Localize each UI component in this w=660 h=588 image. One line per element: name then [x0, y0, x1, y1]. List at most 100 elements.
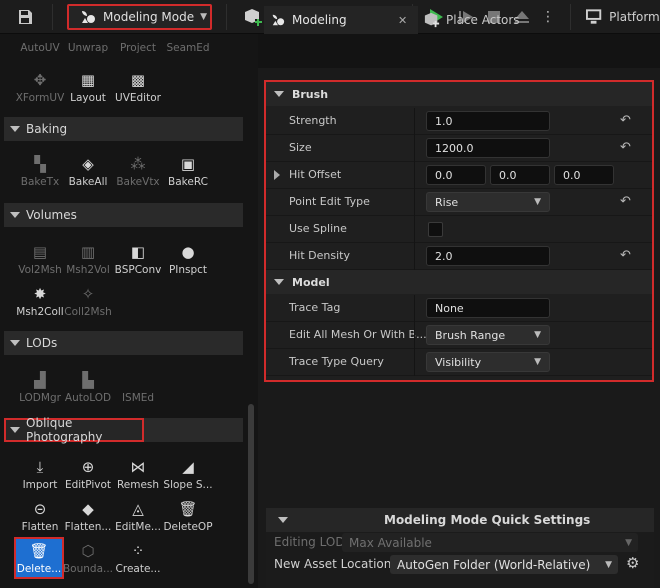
trace-type-query-dropdown[interactable]: Visibility ▼ — [426, 352, 550, 372]
property-row-point-edit-type: Point Edit Type Rise ▼ ↶ — [266, 189, 652, 216]
save-button[interactable] — [12, 4, 38, 30]
platforms-button[interactable]: Platforms — [586, 4, 660, 30]
tool-seamed[interactable]: SeamEd — [162, 40, 214, 68]
reset-arrow-icon[interactable]: ↶ — [620, 140, 631, 155]
tool-bakevtx[interactable]: ⁂ BakeVtx — [112, 152, 164, 196]
delete-trash-icon: 🗑 — [29, 542, 49, 560]
tool-flatten-2[interactable]: ◆ Flatten... — [62, 497, 114, 541]
collapse-triangle-icon — [274, 279, 284, 285]
tool-lodmgr[interactable]: ▟ LODMgr — [14, 368, 66, 412]
tool-slope[interactable]: ◢ Slope S... — [162, 455, 214, 499]
size-input[interactable]: 1200.0 — [426, 138, 550, 158]
tool-import[interactable]: ⤓ Import — [14, 455, 66, 499]
tool-bakerc[interactable]: ▣ BakeRC — [162, 152, 214, 196]
hit-density-input[interactable]: 2.0 — [426, 246, 550, 266]
tool-coll2msh[interactable]: ✧ Coll2Msh — [62, 282, 114, 326]
hit-offset-x-input[interactable]: 0.0 — [426, 165, 486, 185]
tool-pinspct[interactable]: ● PInspct — [162, 240, 214, 284]
toolbar-separator — [570, 4, 571, 30]
tool-uveditor[interactable]: ▩ UVEditor — [112, 68, 164, 112]
point-edit-type-dropdown[interactable]: Rise ▼ — [426, 192, 550, 212]
collapse-triangle-icon — [10, 340, 20, 346]
tool-baketx[interactable]: ▚ BakeTx — [14, 152, 66, 196]
boundary-cube-icon: ⬡ — [81, 542, 95, 560]
tool-layout[interactable]: ▦ Layout — [62, 68, 114, 112]
collapse-triangle-icon — [278, 517, 288, 523]
create-points-icon: ⁘ — [131, 542, 145, 560]
property-row-hit-offset: Hit Offset 0.0 0.0 0.0 — [266, 162, 652, 189]
tool-editpivot[interactable]: ⊕ EditPivot — [62, 455, 114, 499]
hit-offset-z-input[interactable]: 0.0 — [554, 165, 614, 185]
collapse-triangle-icon — [10, 427, 20, 433]
category-brush[interactable]: Brush — [266, 82, 652, 106]
tab-place-actors[interactable]: Place Actors — [424, 6, 520, 34]
palette-scrollbar[interactable] — [247, 34, 255, 588]
add-cube-icon — [245, 9, 263, 26]
new-asset-location-dropdown[interactable]: AutoGen Folder (World-Relative) ▼ — [390, 555, 618, 574]
bake-render-capture-icon: ▣ — [180, 155, 196, 173]
modeling-mode-dropdown[interactable]: Modeling Mode ▼ — [67, 4, 212, 30]
expand-triangle-icon[interactable] — [274, 170, 280, 180]
tool-boundary[interactable]: ⬡ Bounda... — [62, 539, 114, 583]
tab-modeling[interactable]: Modeling — [264, 6, 418, 34]
tool-project[interactable]: Project — [112, 40, 164, 68]
reset-arrow-icon[interactable]: ↶ — [620, 248, 631, 263]
property-row-hit-density: Hit Density 2.0 ↶ — [266, 243, 652, 270]
collapse-triangle-icon — [10, 126, 20, 132]
tool-bakeall[interactable]: ◈ BakeAll — [62, 152, 114, 196]
editing-lod-dropdown[interactable]: Max Available ▼ — [342, 533, 638, 552]
section-header-baking[interactable]: Baking — [4, 117, 243, 141]
tool-vol2msh[interactable]: ▤ Vol2Msh — [14, 240, 66, 284]
reset-arrow-icon[interactable]: ↶ — [620, 194, 631, 209]
lod-manager-icon: ▟ — [34, 371, 46, 389]
tool-flatten[interactable]: ⊝ Flatten — [14, 497, 66, 541]
edit-all-mesh-dropdown[interactable]: Brush Range ▼ — [426, 325, 550, 345]
volume-to-mesh-icon: ▤ — [32, 243, 48, 261]
property-row-size: Size 1200.0 ↶ — [266, 135, 652, 162]
section-header-oblique-photography[interactable]: Oblique Photography — [4, 416, 144, 444]
instanced-mesh-editor-icon — [128, 370, 148, 390]
chevron-down-icon: ▼ — [625, 537, 632, 548]
play-options-button[interactable]: ⋮ — [540, 4, 556, 30]
tool-create[interactable]: ⁘ Create... — [112, 539, 164, 583]
tool-msh2coll[interactable]: ✸ Msh2Coll — [14, 282, 66, 326]
tool-bspconv[interactable]: ◧ BSPConv — [112, 240, 164, 284]
hit-offset-y-input[interactable]: 0.0 — [490, 165, 550, 185]
reset-arrow-icon[interactable]: ↶ — [620, 113, 631, 128]
tool-msh2vol[interactable]: ▥ Msh2Vol — [62, 240, 114, 284]
bsp-convert-icon: ◧ — [130, 243, 146, 261]
bake-vertex-icon: ⁂ — [130, 155, 146, 173]
tool-autouv[interactable]: AutoUV — [14, 40, 66, 68]
quick-settings-header[interactable]: Modeling Mode Quick Settings — [266, 508, 654, 532]
category-model[interactable]: Model — [266, 270, 652, 294]
section-header-volumes[interactable]: Volumes — [4, 203, 243, 227]
trace-tag-input[interactable]: None — [426, 298, 550, 318]
close-icon[interactable]: ✕ — [398, 14, 407, 27]
tool-ismed[interactable]: ISMEd — [112, 368, 164, 412]
tool-autolod[interactable]: ▙ AutoLOD — [62, 368, 114, 412]
property-row-use-spline: Use Spline — [266, 216, 652, 243]
physics-inspect-icon: ● — [181, 243, 195, 261]
gear-icon[interactable]: ⚙ — [626, 554, 639, 572]
section-header-lods[interactable]: LODs — [4, 331, 243, 355]
property-row-strength: Strength 1.0 ↶ — [266, 108, 652, 135]
tool-deleteop[interactable]: 🗑 DeleteOP — [162, 497, 214, 541]
collapse-triangle-icon — [10, 212, 20, 218]
property-row-edit-all-mesh: Edit All Mesh Or With B... Brush Range ▼ — [266, 322, 652, 349]
flatten-region-icon: ◆ — [82, 500, 94, 518]
tool-unwrap[interactable]: Unwrap — [62, 40, 114, 68]
tool-remesh[interactable]: ⋈ Remesh — [112, 455, 164, 499]
bake-all-icon: ◈ — [82, 155, 94, 173]
tool-editmesh[interactable]: ◬ EditMe... — [112, 497, 164, 541]
collision-to-mesh-icon: ✧ — [81, 285, 95, 303]
chevron-down-icon: ▼ — [534, 197, 541, 207]
use-spline-checkbox[interactable] — [428, 222, 443, 237]
tool-delete-selected[interactable]: 🗑 Delete... — [14, 537, 64, 579]
uv-editor-icon: ▩ — [130, 71, 146, 89]
tool-xformuv[interactable]: ✥ XFormUV — [14, 68, 66, 112]
strength-input[interactable]: 1.0 — [426, 111, 550, 131]
scrollbar-thumb[interactable] — [248, 404, 254, 584]
transform-uv-icon: ✥ — [33, 71, 47, 89]
chevron-down-icon: ▼ — [605, 559, 612, 570]
place-actors-icon — [424, 12, 440, 28]
